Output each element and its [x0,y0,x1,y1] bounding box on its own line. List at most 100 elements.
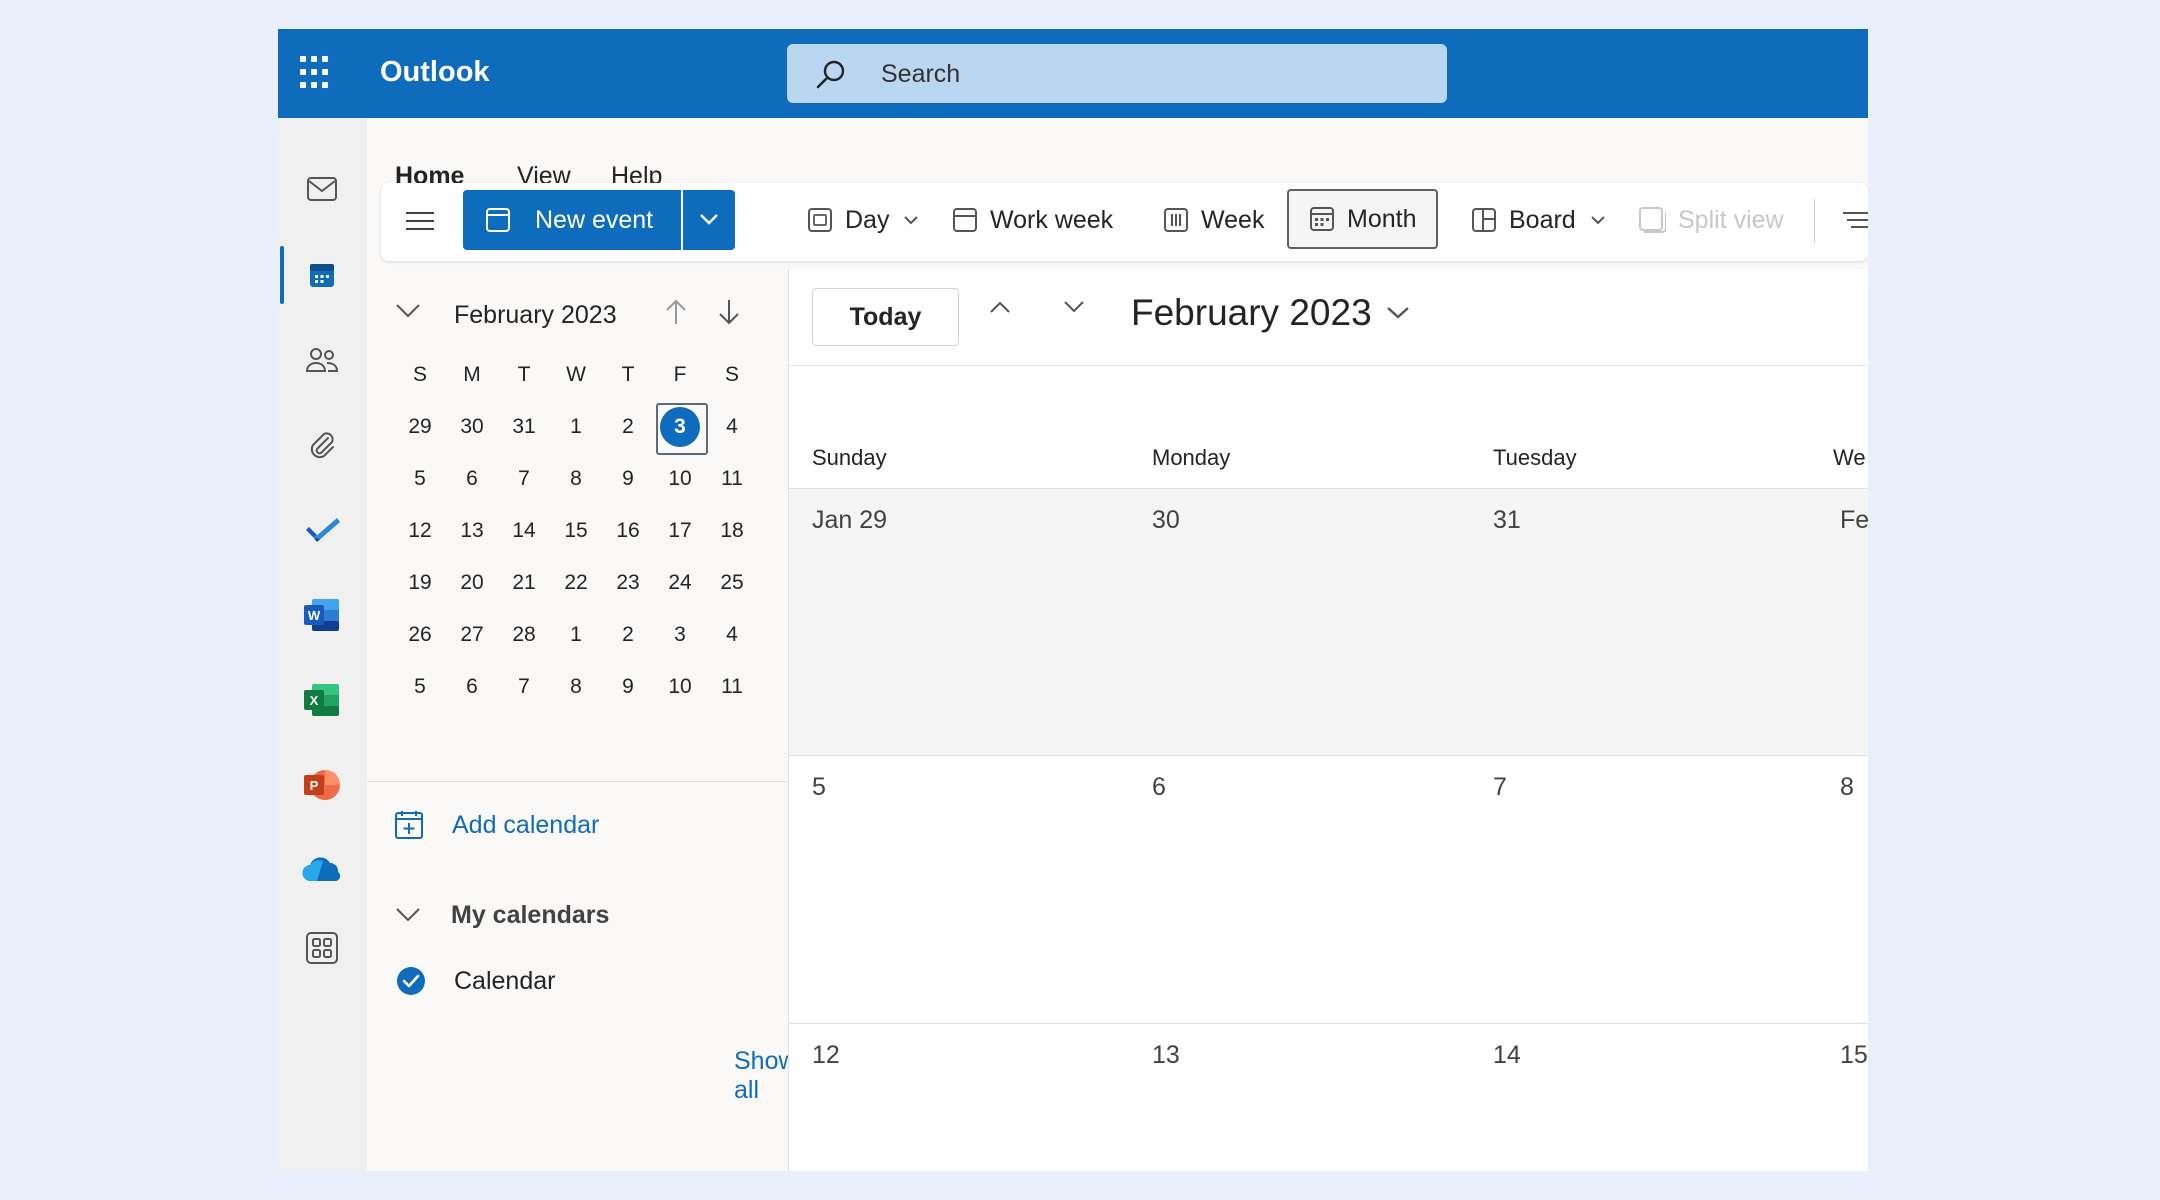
mini-calendar-day[interactable]: 8 [550,661,602,713]
mail-icon[interactable] [292,159,352,219]
view-week-button[interactable]: Week [1163,190,1264,250]
mini-calendar-day[interactable]: 22 [550,557,602,609]
mini-calendar-day[interactable]: 31 [498,401,550,453]
arrow-up-icon[interactable] [664,298,688,326]
mini-calendar-day[interactable]: 30 [446,401,498,453]
mini-calendar-today[interactable]: 3 [654,401,708,455]
mini-calendar-day[interactable]: 2 [602,609,654,661]
mini-calendar-day[interactable]: 7 [498,453,550,505]
mini-calendar-day[interactable]: 11 [706,661,758,713]
search-input[interactable]: Search [881,60,960,89]
calendar-icon[interactable] [292,245,352,305]
chevron-down-icon[interactable] [395,303,421,319]
day-cell-date[interactable]: 8 [1840,773,1854,802]
word-icon[interactable]: W [292,585,352,645]
mini-calendar-day[interactable]: 24 [654,557,706,609]
onedrive-icon[interactable] [292,840,352,900]
mini-calendar-day[interactable]: 5 [394,661,446,713]
mini-calendar-day[interactable]: 28 [498,609,550,661]
day-cell-date[interactable]: Jan 29 [812,506,887,535]
mini-calendar-day[interactable]: 29 [394,401,446,453]
chevron-down-icon[interactable] [1385,305,1411,321]
mini-calendar-day[interactable]: 15 [550,505,602,557]
mini-calendar-day[interactable]: 25 [706,557,758,609]
more-apps-icon[interactable] [292,918,352,978]
calendar-list-item[interactable]: Calendar [396,959,555,1003]
filter-icon[interactable] [1841,209,1868,231]
day-cell-date[interactable]: 6 [1152,773,1166,802]
day-cell-date[interactable]: 31 [1493,506,1521,535]
mini-calendar-day[interactable]: 10 [654,661,706,713]
arrow-down-icon[interactable] [717,298,741,326]
day-cell-date[interactable]: 7 [1493,773,1507,802]
search-box[interactable]: Search [787,44,1447,103]
mini-calendar-day[interactable]: 8 [550,453,602,505]
chevron-down-icon[interactable] [1061,299,1087,315]
mini-calendar-day[interactable]: 6 [446,453,498,505]
mini-calendar-day[interactable]: 1 [550,609,602,661]
checkbox-checked-icon[interactable] [396,966,426,996]
mini-calendar-day[interactable]: 5 [394,453,446,505]
view-day-button[interactable]: Day [807,190,931,250]
view-board-button[interactable]: Board [1471,190,1618,250]
mini-calendar-title[interactable]: February 2023 [454,301,617,330]
mini-calendar-day[interactable]: 2 [602,401,654,453]
month-view: Today February 2023 Sunday Monday Tuesda… [788,269,1868,1171]
mini-calendar-day[interactable]: 21 [498,557,550,609]
mini-calendar-day[interactable]: 12 [394,505,446,557]
day-cell-date[interactable]: 5 [812,773,826,802]
mini-calendar-day[interactable]: 16 [602,505,654,557]
mini-calendar-day[interactable]: 9 [602,661,654,713]
day-cell-date[interactable]: 30 [1152,506,1180,535]
mini-calendar-day[interactable]: 14 [498,505,550,557]
mini-calendar-day[interactable]: 10 [654,453,706,505]
svg-text:P: P [310,778,319,793]
mini-calendar-day[interactable]: 26 [394,609,446,661]
view-work-week-button[interactable]: Work week [952,190,1113,250]
divider [367,781,787,782]
view-month-button[interactable]: Month [1287,189,1439,249]
mini-calendar-day[interactable]: 19 [394,557,446,609]
powerpoint-icon[interactable]: P [292,755,352,815]
view-work-week-label: Work week [990,205,1114,234]
day-cell-date[interactable]: 14 [1493,1041,1521,1070]
mini-calendar-day[interactable]: 11 [706,453,758,505]
add-calendar-button[interactable]: Add calendar [394,803,599,847]
excel-icon[interactable]: X [292,670,352,730]
board-view-icon [1472,208,1496,232]
mini-calendar-day[interactable]: 9 [602,453,654,505]
mini-calendar-day[interactable]: 18 [706,505,758,557]
todo-icon[interactable] [292,500,352,560]
mini-calendar-day[interactable]: 7 [498,661,550,713]
dow-label: F [673,363,687,386]
day-cell-date[interactable]: 12 [812,1041,840,1070]
new-event-dropdown[interactable] [683,190,735,250]
attachment-icon[interactable] [292,415,352,475]
my-calendars-group[interactable]: My calendars [395,893,609,937]
view-split-button[interactable]: Split view [1638,190,1784,250]
month-title[interactable]: February 2023 [1131,292,1372,334]
mini-calendar-day[interactable]: 3 [654,609,706,661]
mini-calendar-day[interactable]: 4 [706,609,758,661]
new-event-button[interactable]: New event [463,190,681,250]
mini-calendar-day[interactable]: 6 [446,661,498,713]
mini-calendar-day[interactable]: 13 [446,505,498,557]
day-cell-date[interactable]: Fe [1840,506,1868,535]
dow-label: T [621,363,635,386]
mini-calendar-day[interactable]: 1 [550,401,602,453]
today-button[interactable]: Today [812,288,959,346]
toolbar-divider [1814,199,1815,243]
chevron-up-icon[interactable] [987,299,1013,315]
people-icon[interactable] [292,330,352,390]
mini-calendar-day[interactable]: 27 [446,609,498,661]
day-cell-date[interactable]: 15 [1840,1041,1868,1070]
day-cell-date[interactable]: 13 [1152,1041,1180,1070]
mini-calendar-day[interactable]: 17 [654,505,706,557]
app-launcher-icon[interactable] [300,56,334,90]
app-title[interactable]: Outlook [380,56,490,89]
mini-calendar-day[interactable]: 23 [602,557,654,609]
view-month-label: Month [1347,204,1417,233]
mini-calendar-day[interactable]: 4 [706,401,758,453]
mini-calendar-day[interactable]: 20 [446,557,498,609]
hamburger-menu-icon[interactable] [397,199,441,243]
